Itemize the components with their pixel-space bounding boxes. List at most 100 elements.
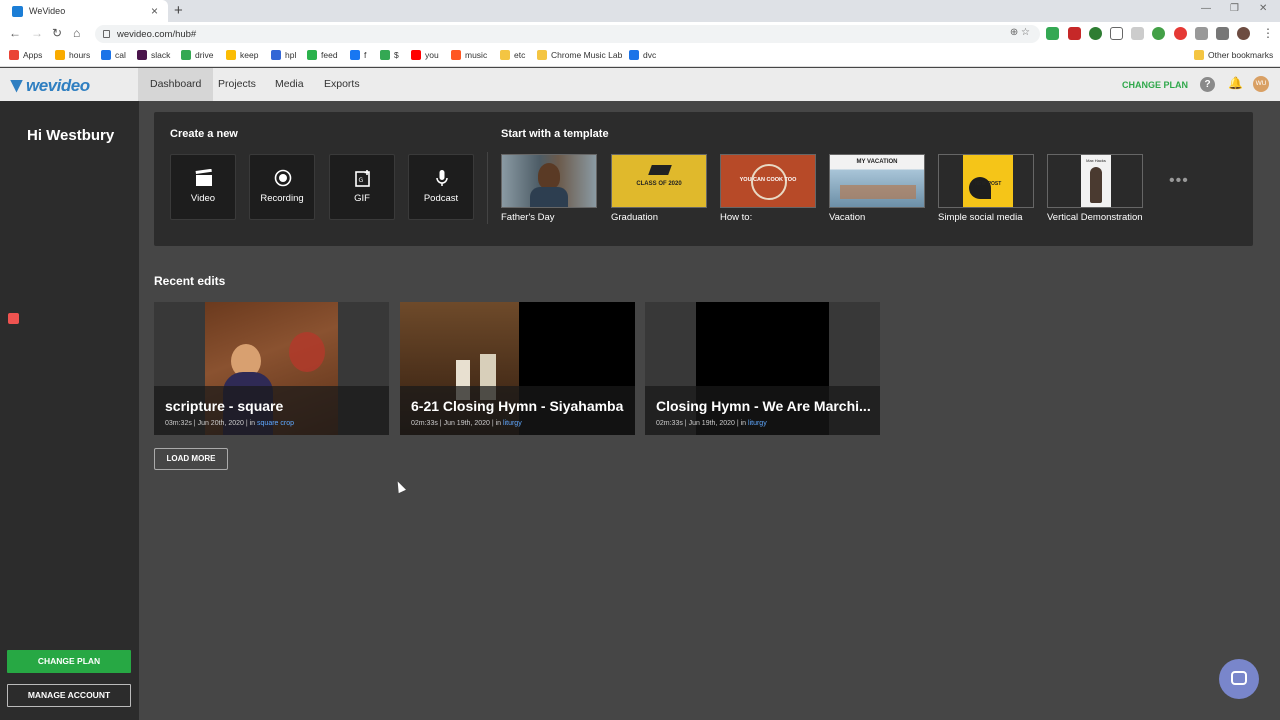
reload-icon[interactable]: ↻ [52, 27, 62, 39]
extension-icon[interactable] [1068, 27, 1081, 40]
more-templates-icon[interactable]: ••• [1169, 172, 1189, 190]
template-how-to[interactable]: YOU CAN COOK TOO How to: [720, 154, 816, 223]
extension-icon[interactable] [1131, 27, 1144, 40]
template-thumbnail: NEW POST [938, 154, 1034, 208]
bookmark-label: keep [240, 50, 259, 60]
template-simple-social-media[interactable]: NEW POST Simple social media [938, 154, 1034, 223]
lock-icon [103, 30, 110, 38]
change-plan-button[interactable]: CHANGE PLAN [7, 650, 131, 673]
recent-edit-card[interactable]: Closing Hymn - We Are Marchi... 02m:33s … [645, 302, 880, 435]
profile-avatar-icon[interactable] [1237, 27, 1250, 40]
bookmark-item[interactable]: Chrome Music Lab [537, 50, 622, 60]
extension-icon[interactable] [1046, 27, 1059, 40]
bookmark-favicon-icon [380, 50, 390, 60]
bookmark-item[interactable]: cal [101, 50, 126, 60]
bookmark-item[interactable]: f [350, 50, 366, 60]
close-window-icon[interactable]: ✕ [1259, 3, 1267, 14]
template-vacation[interactable]: MY VACATION Vacation [829, 154, 925, 223]
create-podcast-button[interactable]: Podcast [408, 154, 474, 220]
bookmark-item[interactable]: keep [226, 50, 258, 60]
bookmark-item[interactable]: hours [55, 50, 90, 60]
manage-account-button[interactable]: MANAGE ACCOUNT [7, 684, 131, 707]
microphone-icon [436, 170, 448, 186]
tab-dashboard[interactable]: Dashboard [138, 68, 214, 101]
bookmark-item[interactable]: Apps [9, 50, 42, 60]
create-video-button[interactable]: Video [170, 154, 236, 220]
back-icon[interactable]: ← [9, 27, 21, 39]
create-recording-button[interactable]: Recording [249, 154, 315, 220]
load-more-button[interactable]: LOAD MORE [154, 448, 228, 470]
chat-support-button[interactable] [1219, 659, 1259, 699]
folder-link[interactable]: liturgy [503, 420, 522, 427]
url-field[interactable]: wevideo.com/hub# ⊕ ☆ [95, 25, 1040, 43]
bookmark-item[interactable]: dvc [629, 50, 656, 60]
bell-icon[interactable]: 🔔 [1228, 76, 1243, 90]
browser-menu-icon[interactable]: ⋮ [1262, 27, 1274, 39]
wevideo-favicon-icon [12, 5, 23, 17]
help-icon[interactable]: ? [1200, 77, 1215, 92]
record-icon [274, 169, 292, 187]
bookmark-favicon-icon [226, 50, 236, 60]
bookmark-favicon-icon [137, 50, 147, 60]
bookmark-item[interactable]: $ [380, 50, 399, 60]
other-bookmarks[interactable]: Other bookmarks [1194, 50, 1273, 60]
template-vertical-demonstration[interactable]: Max Hacks Vertical Demonstration [1047, 154, 1143, 223]
bookmark-favicon-icon [350, 50, 360, 60]
bookmark-favicon-icon [500, 50, 510, 60]
bookmark-favicon-icon [629, 50, 639, 60]
divider [487, 152, 488, 224]
bookmark-favicon-icon [537, 50, 547, 60]
recent-edit-card[interactable]: scripture - square 03m:32s | Jun 20th, 2… [154, 302, 389, 435]
template-graduation[interactable]: CLASS OF 2020 Graduation [611, 154, 707, 223]
extension-icon[interactable] [1152, 27, 1165, 40]
folder-link[interactable]: liturgy [748, 420, 767, 427]
mouse-cursor-icon [394, 479, 406, 494]
bookmark-item[interactable]: music [451, 50, 487, 60]
home-icon[interactable]: ⌂ [73, 27, 80, 39]
minimize-icon[interactable]: — [1201, 3, 1211, 14]
template-title: Start with a template [501, 128, 609, 140]
extension-icon[interactable] [1195, 27, 1208, 40]
folder-link[interactable]: square crop [257, 420, 294, 427]
tab-exports[interactable]: Exports [312, 68, 372, 101]
template-fathers-day[interactable]: Father's Day [501, 154, 597, 223]
pocket-icon[interactable] [1110, 27, 1123, 40]
card-meta: 03m:32s | Jun 20th, 2020 | in square cro… [165, 420, 294, 427]
folder-icon [1194, 50, 1204, 60]
change-plan-link[interactable]: CHANGE PLAN [1122, 80, 1188, 90]
bookmark-label: you [425, 50, 439, 60]
avatar[interactable]: WU [1253, 76, 1269, 92]
extension-icon[interactable] [1089, 27, 1102, 40]
bookmark-favicon-icon [271, 50, 281, 60]
puzzle-icon[interactable] [1216, 27, 1229, 40]
wevideo-logo[interactable]: wevideo [10, 76, 90, 96]
bookmark-label: music [465, 50, 488, 60]
forward-icon[interactable]: → [31, 27, 43, 39]
bookmark-label: f [364, 50, 367, 60]
restore-icon[interactable]: ❐ [1230, 3, 1239, 14]
bookmark-item[interactable]: slack [137, 50, 170, 60]
new-tab-icon[interactable]: + [174, 3, 183, 18]
card-title: Closing Hymn - We Are Marchi... [656, 398, 871, 414]
bookmark-label: Chrome Music Lab [551, 50, 623, 60]
bookmark-item[interactable]: etc [500, 50, 525, 60]
template-thumbnail: YOU CAN COOK TOO [720, 154, 816, 208]
bookmark-favicon-icon [9, 50, 19, 60]
template-thumbnail: Max Hacks [1047, 154, 1143, 208]
address-bar: ← → ↻ ⌂ wevideo.com/hub# ⊕ ☆ ⋮ [0, 22, 1280, 46]
recent-edit-card[interactable]: 6-21 Closing Hymn - Siyahamba 02m:33s | … [400, 302, 635, 435]
bookmark-item[interactable]: you [411, 50, 439, 60]
tab-projects[interactable]: Projects [206, 68, 268, 101]
bookmark-label: $ [394, 50, 399, 60]
browser-tab[interactable]: WeVideo × [0, 0, 168, 22]
bookmark-label: hours [69, 50, 91, 60]
bookmark-star-icon[interactable]: ⊕ ☆ [1010, 27, 1030, 38]
bookmark-item[interactable]: feed [307, 50, 338, 60]
create-gif-button[interactable]: G GIF [329, 154, 395, 220]
bookmark-item[interactable]: hpl [271, 50, 296, 60]
extension-icon[interactable] [1174, 27, 1187, 40]
close-tab-icon[interactable]: × [151, 5, 158, 17]
bookmark-item[interactable]: drive [181, 50, 213, 60]
tab-media[interactable]: Media [263, 68, 316, 101]
bookmark-label: hpl [285, 50, 297, 60]
